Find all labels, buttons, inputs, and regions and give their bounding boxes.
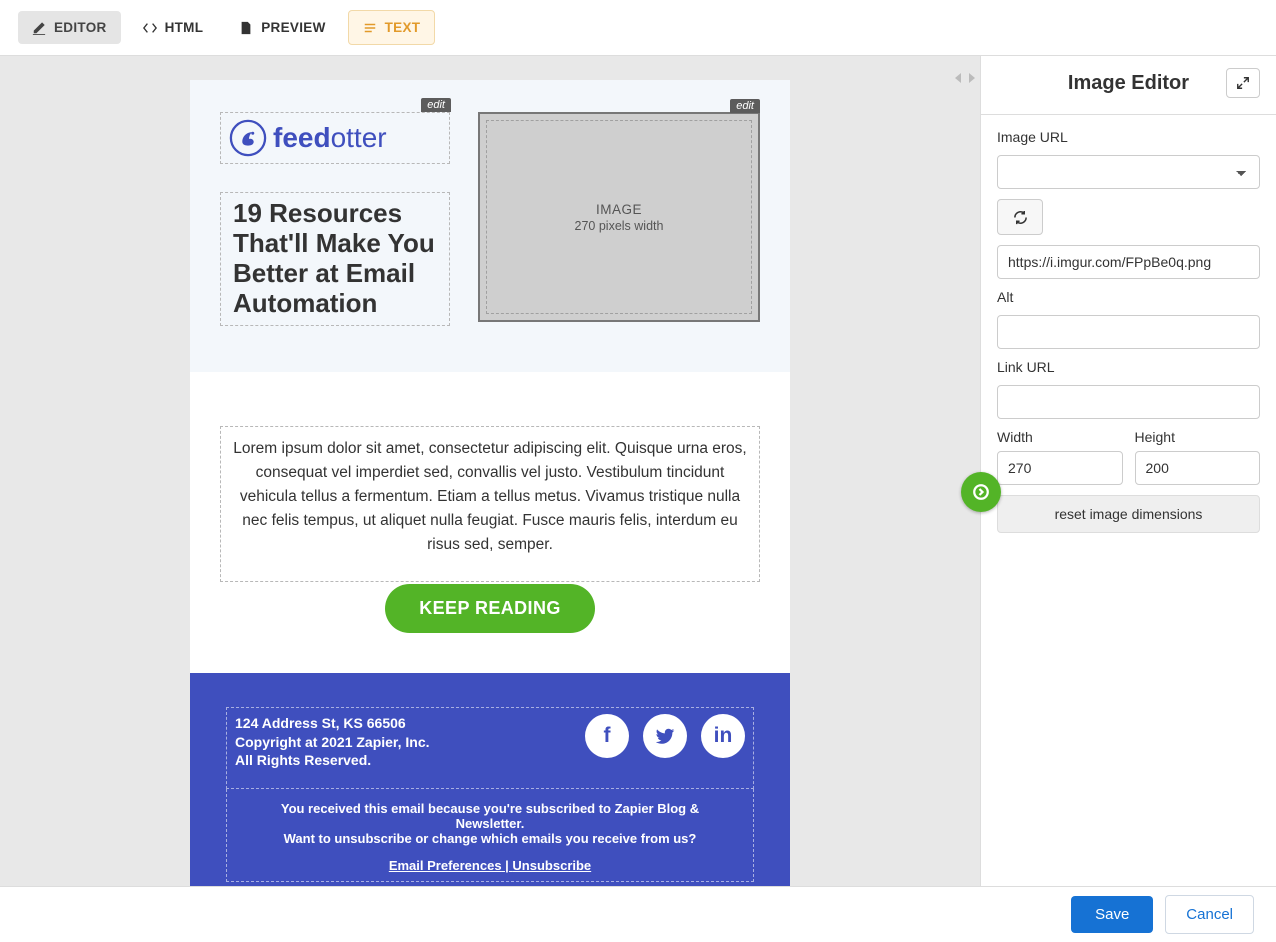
cta-button[interactable]: KEEP READING — [385, 584, 595, 633]
cancel-button[interactable]: Cancel — [1165, 895, 1254, 934]
refresh-button[interactable] — [997, 199, 1043, 235]
preview-tab-label: PREVIEW — [261, 20, 325, 35]
file-icon — [239, 21, 253, 35]
width-label: Width — [997, 429, 1123, 445]
bottom-bar: Save Cancel — [0, 886, 1276, 942]
facebook-icon[interactable]: f — [585, 714, 629, 758]
height-label: Height — [1135, 429, 1261, 445]
reset-dimensions-button[interactable]: reset image dimensions — [997, 495, 1260, 533]
preview-tab[interactable]: PREVIEW — [225, 11, 339, 44]
footer-msg2: Want to unsubscribe or change which emai… — [247, 831, 733, 846]
logo-text: feedotter — [273, 122, 387, 154]
edit-tag: edit — [730, 99, 760, 113]
height-input[interactable] — [1135, 451, 1261, 485]
save-button[interactable]: Save — [1071, 896, 1153, 933]
width-input[interactable] — [997, 451, 1123, 485]
footer-msg1: You received this email because you're s… — [247, 801, 733, 831]
side-panel-title: Image Editor — [1031, 72, 1226, 95]
footer-top-row[interactable]: 124 Address St, KS 66506 Copyright at 20… — [226, 707, 754, 790]
footer-line2: Copyright at 2021 Zapier, Inc. — [235, 733, 430, 752]
email-preferences-link[interactable]: Email Preferences — [389, 858, 502, 873]
footer-links: Email Preferences | Unsubscribe — [247, 858, 733, 873]
expand-button[interactable] — [1226, 68, 1260, 98]
editor-tab[interactable]: EDITOR — [18, 11, 121, 44]
side-panel: Image Editor Image URL Alt Link URL — [980, 56, 1276, 886]
text-icon — [363, 21, 377, 35]
footer-link-sep: | — [502, 858, 513, 873]
text-tab[interactable]: TEXT — [348, 10, 436, 45]
unsubscribe-link[interactable]: Unsubscribe — [512, 858, 591, 873]
alt-input[interactable] — [997, 315, 1260, 349]
code-icon — [143, 21, 157, 35]
headline-block[interactable]: 19 Resources That'll Make You Better at … — [220, 192, 450, 326]
footer-address: 124 Address St, KS 66506 Copyright at 20… — [235, 714, 430, 771]
email-template: edit feedotter 19 Resources That'll Make… — [190, 80, 790, 886]
html-tab[interactable]: HTML — [129, 11, 218, 44]
footer-line3: All Rights Reserved. — [235, 751, 430, 770]
alt-label: Alt — [997, 289, 1260, 305]
logo-icon — [229, 119, 267, 157]
twitter-icon[interactable] — [643, 714, 687, 758]
side-panel-header: Image Editor — [981, 56, 1276, 115]
edit-tag: edit — [421, 98, 451, 112]
headline-text: 19 Resources That'll Make You Better at … — [227, 197, 443, 321]
refresh-icon — [1013, 210, 1028, 225]
image-url-input[interactable] — [997, 245, 1260, 279]
linkedin-icon[interactable]: in — [701, 714, 745, 758]
top-toolbar: EDITOR HTML PREVIEW TEXT — [0, 0, 1276, 56]
expand-icon — [1236, 76, 1250, 90]
edit-icon — [32, 21, 46, 35]
link-url-input[interactable] — [997, 385, 1260, 419]
image-url-select[interactable] — [997, 155, 1260, 189]
editor-tab-label: EDITOR — [54, 20, 107, 35]
body-section: Lorem ipsum dolor sit amet, consectetur … — [190, 372, 790, 673]
image-url-label: Image URL — [997, 129, 1260, 145]
panel-toggle-button[interactable] — [961, 472, 1001, 512]
logo-block[interactable]: edit feedotter — [220, 112, 450, 164]
canvas-scroll[interactable]: edit feedotter 19 Resources That'll Make… — [0, 56, 980, 886]
social-icons: f in — [585, 714, 745, 758]
image-placeholder-sub: 270 pixels width — [575, 219, 664, 233]
image-placeholder[interactable]: edit IMAGE 270 pixels width — [478, 112, 760, 322]
link-url-label: Link URL — [997, 359, 1260, 375]
footer-section: 124 Address St, KS 66506 Copyright at 20… — [190, 673, 790, 886]
html-tab-label: HTML — [165, 20, 204, 35]
image-placeholder-label: IMAGE — [596, 202, 642, 217]
footer-message-block[interactable]: You received this email because you're s… — [226, 789, 754, 882]
footer-line1: 124 Address St, KS 66506 — [235, 714, 430, 733]
hero-section: edit feedotter 19 Resources That'll Make… — [190, 80, 790, 372]
text-tab-label: TEXT — [385, 20, 421, 35]
body-text-block[interactable]: Lorem ipsum dolor sit amet, consectetur … — [220, 426, 760, 582]
resize-handle-icon[interactable] — [953, 66, 977, 90]
